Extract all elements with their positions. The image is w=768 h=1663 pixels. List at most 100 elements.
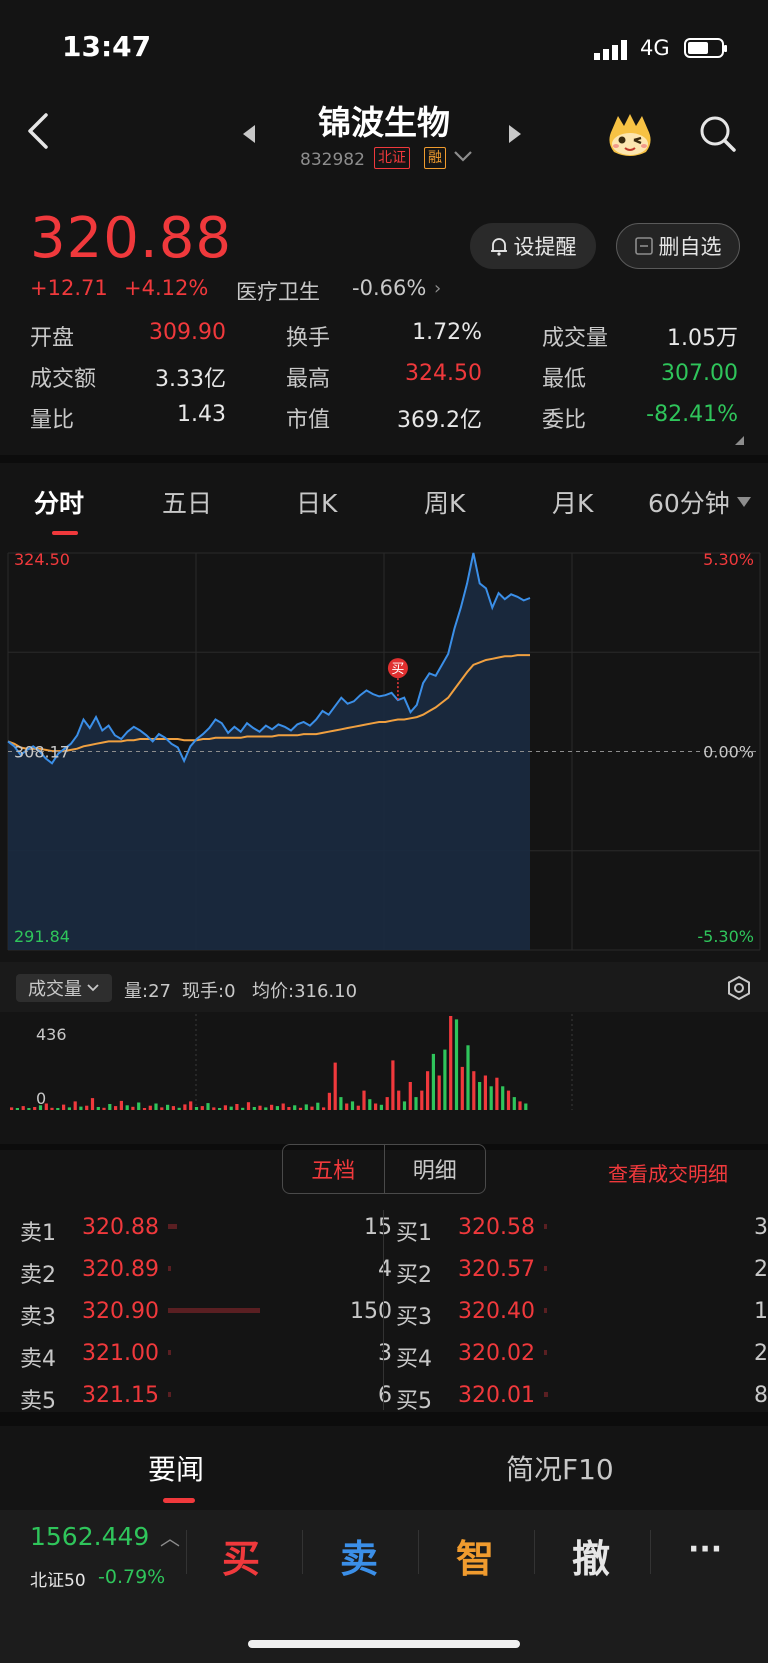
volume-bar bbox=[449, 1016, 453, 1110]
volume-bar bbox=[460, 1066, 464, 1110]
remove-watchlist-button[interactable]: 删自选 bbox=[616, 223, 740, 269]
more-icon[interactable]: ··· bbox=[688, 1532, 722, 1567]
ask-level-label: 卖2 bbox=[20, 1263, 56, 1288]
buy-button[interactable]: 买 bbox=[222, 1528, 260, 1583]
volume-bar bbox=[154, 1103, 158, 1110]
tab-news[interactable]: 要闻 bbox=[148, 1448, 204, 1488]
mascot-icon[interactable] bbox=[604, 112, 656, 158]
volume-bar bbox=[148, 1105, 152, 1110]
volume-bar bbox=[56, 1108, 60, 1110]
stat-label: 最高 bbox=[286, 367, 331, 392]
ask-level-label: 卖5 bbox=[20, 1389, 56, 1414]
volume-bar bbox=[10, 1107, 14, 1110]
volume-bar bbox=[339, 1097, 343, 1110]
remove-watchlist-label: 删自选 bbox=[658, 235, 722, 259]
volume-bar bbox=[443, 1049, 447, 1110]
volume-bar bbox=[142, 1108, 147, 1110]
volume-bar bbox=[327, 1092, 331, 1110]
volume-toolbar bbox=[0, 962, 768, 1012]
tab-intraday[interactable]: 分时 bbox=[34, 484, 84, 520]
stat-value: 1.72% bbox=[412, 320, 482, 345]
volume-bar bbox=[166, 1104, 170, 1110]
bid-volume: 8 bbox=[754, 1383, 768, 1408]
tab-weekly-k[interactable]: 周K bbox=[424, 484, 465, 520]
index-value[interactable]: 1562.449 bbox=[30, 1522, 149, 1551]
volume-bar bbox=[298, 1107, 303, 1110]
volume-bar bbox=[206, 1103, 210, 1110]
sell-button[interactable]: 卖 bbox=[340, 1528, 378, 1583]
stat-label: 最低 bbox=[542, 367, 587, 392]
bid-price: 320.58 bbox=[458, 1215, 535, 1240]
stat-label: 成交量 bbox=[542, 326, 609, 351]
tab-daily-k[interactable]: 日K bbox=[296, 484, 337, 520]
bid-level-label: 买4 bbox=[396, 1347, 432, 1372]
cancel-order-button[interactable]: 撤 bbox=[572, 1528, 610, 1583]
y-left-bottom-label: 291.84 bbox=[14, 927, 70, 946]
tab-five-day[interactable]: 五日 bbox=[162, 484, 212, 520]
chevron-right-icon[interactable]: › bbox=[434, 278, 441, 299]
divider bbox=[418, 1530, 419, 1574]
ask-depth-bar bbox=[168, 1224, 178, 1229]
volume-bar bbox=[79, 1106, 83, 1110]
bid-volume: 2 bbox=[754, 1341, 768, 1366]
volume-bar bbox=[420, 1090, 424, 1110]
stat-value: 307.00 bbox=[661, 361, 738, 386]
volume-max-label: 436 bbox=[36, 1025, 67, 1044]
indicator-dropdown[interactable]: 成交量 bbox=[16, 974, 112, 1002]
tab-60min[interactable]: 60分钟 bbox=[648, 484, 730, 520]
volume-bar bbox=[391, 1060, 395, 1110]
intraday-chart[interactable]: 买 324.50 308.17 291.84 5.30% 0.00% -5.30… bbox=[0, 540, 768, 960]
chevron-down-icon bbox=[87, 984, 99, 992]
tab-trade-detail[interactable]: 明细 bbox=[385, 1145, 486, 1193]
settings-icon[interactable] bbox=[726, 975, 752, 1001]
volume-bar bbox=[194, 1107, 199, 1110]
index-change[interactable]: -0.79% bbox=[98, 1566, 165, 1588]
y-right-top-label: 5.30% bbox=[703, 550, 754, 569]
sector-name[interactable]: 医疗卫生 bbox=[236, 276, 320, 306]
stat-label: 市值 bbox=[286, 408, 331, 433]
volume-bar bbox=[119, 1100, 123, 1110]
chevron-down-icon[interactable] bbox=[452, 146, 474, 166]
volume-bar bbox=[293, 1105, 297, 1110]
volume-bar bbox=[246, 1102, 251, 1110]
ask-price: 321.15 bbox=[82, 1383, 159, 1408]
bid-level-label: 买1 bbox=[396, 1221, 432, 1246]
volume-bar bbox=[333, 1062, 337, 1110]
volume-bar bbox=[67, 1107, 71, 1110]
index-name[interactable]: 北证50 bbox=[30, 1566, 86, 1591]
bid-depth-bar bbox=[544, 1350, 547, 1355]
y-left-mid-label: 308.17 bbox=[14, 743, 70, 762]
chevron-up-icon[interactable]: ︿ bbox=[160, 1522, 180, 1551]
volume-bar bbox=[466, 1045, 470, 1110]
volume-bar bbox=[362, 1090, 366, 1110]
y-right-bottom-label: -5.30% bbox=[697, 927, 754, 946]
volume-bar bbox=[454, 1019, 459, 1110]
expand-corner-icon[interactable] bbox=[735, 436, 744, 445]
volume-bar bbox=[350, 1101, 355, 1110]
divider bbox=[0, 455, 768, 463]
volume-bar bbox=[374, 1103, 378, 1110]
sector-change[interactable]: -0.66% bbox=[352, 276, 426, 300]
volume-chart[interactable]: 436 0 bbox=[0, 1014, 768, 1144]
volume-bar bbox=[385, 1097, 389, 1110]
volume-bar bbox=[90, 1098, 95, 1110]
tab-monthly-k[interactable]: 月K bbox=[552, 484, 593, 520]
volume-bar bbox=[478, 1082, 482, 1110]
y-left-top-label: 324.50 bbox=[14, 550, 70, 569]
view-trade-detail-link[interactable]: 查看成交明细 bbox=[608, 1158, 728, 1187]
next-stock-icon[interactable] bbox=[508, 124, 522, 144]
chevron-down-icon[interactable] bbox=[736, 496, 752, 508]
volume-bar bbox=[310, 1106, 314, 1110]
home-indicator bbox=[248, 1640, 520, 1648]
ask-price: 321.00 bbox=[82, 1341, 159, 1366]
tab-profile-f10[interactable]: 简况F10 bbox=[506, 1448, 614, 1488]
bid-depth-bar bbox=[544, 1308, 547, 1313]
volume-bar bbox=[160, 1107, 164, 1110]
smart-button[interactable]: 智 bbox=[456, 1528, 494, 1583]
signal-icon bbox=[594, 40, 627, 60]
volume-bar bbox=[62, 1104, 66, 1110]
search-icon[interactable] bbox=[698, 114, 738, 154]
set-alert-button[interactable]: 设提醒 bbox=[470, 223, 596, 269]
volume-bar bbox=[171, 1106, 175, 1110]
tab-five-levels[interactable]: 五档 bbox=[283, 1145, 385, 1193]
